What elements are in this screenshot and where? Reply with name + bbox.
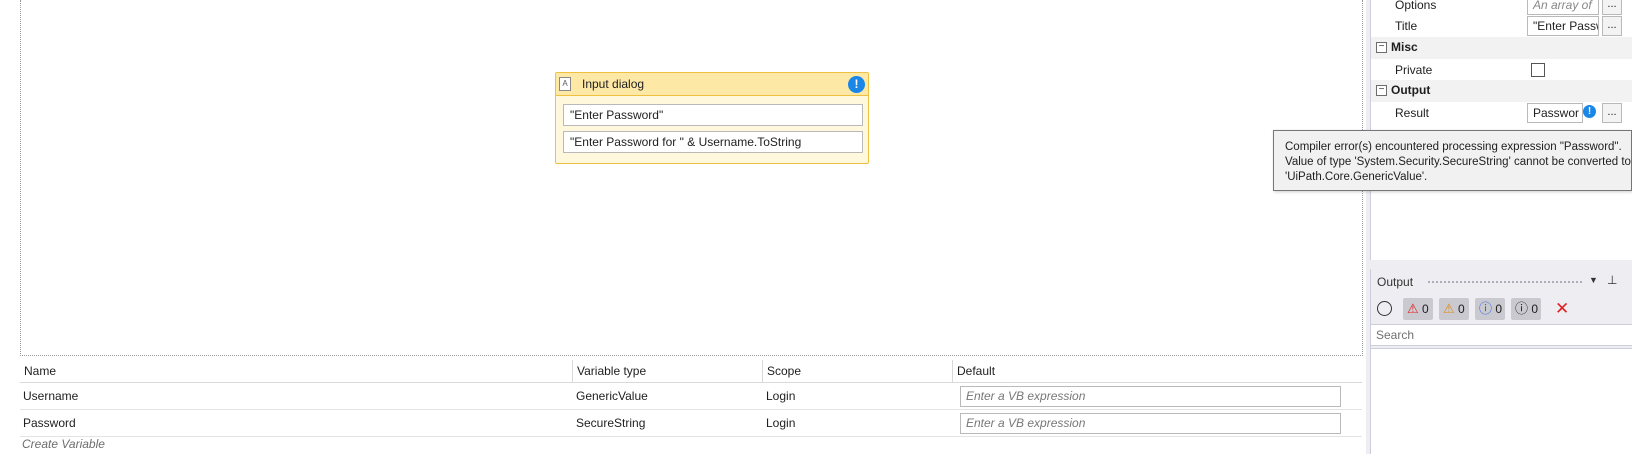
error-icon: ⚠ [1407,301,1419,316]
info-count: 0 [1495,302,1503,316]
collapse-icon[interactable]: − [1376,85,1387,96]
options-input[interactable]: An array of [1527,0,1599,15]
column-header-variable-type[interactable]: Variable type [573,360,763,383]
clock-icon[interactable] [1377,301,1392,316]
errors-count: 0 [1422,302,1429,316]
property-row-private[interactable]: Private [1371,59,1632,81]
trace-count: 0 [1531,302,1539,316]
category-output[interactable]: − Output [1371,80,1632,102]
variable-name[interactable]: Password [20,410,76,437]
output-toolbar: ⚠ 0 ⚠ 0 ⓘ 0 ⓘ 0 ✕ [1371,295,1632,323]
property-label: Result [1395,106,1430,120]
options-ellipsis-button[interactable]: ... [1602,0,1622,15]
clear-icon[interactable]: ✕ [1555,298,1569,320]
property-row-options[interactable]: Options An array of ... [1371,0,1632,16]
tooltip-line: 'UiPath.Core.GenericValue'. [1285,171,1428,183]
variable-type[interactable]: SecureString [573,410,645,437]
input-dialog-activity[interactable]: A Input dialog ! "Enter Password" "Enter… [555,72,869,164]
pin-icon[interactable]: ⊥ [1607,273,1617,287]
output-log-area[interactable] [1371,348,1632,454]
result-ellipsis-button[interactable]: ... [1602,103,1622,123]
activity-title: Input dialog [582,77,645,91]
variable-default-input[interactable]: Enter a VB expression [960,386,1341,407]
activity-header[interactable]: A Input dialog ! [556,73,868,96]
info-icon: ⓘ [1479,301,1493,316]
category-misc[interactable]: − Misc [1371,37,1632,59]
title-input[interactable]: "Enter Passw [1527,16,1599,36]
property-label: Options [1395,0,1437,12]
variable-row[interactable]: Username GenericValue Login Enter a VB e… [20,383,1362,410]
chevron-down-icon[interactable]: ▼ [1589,275,1598,285]
category-label: Misc [1391,40,1418,54]
info-warning-icon[interactable]: ! [848,76,865,93]
variable-scope[interactable]: Login [763,410,795,437]
tooltip-line: Value of type 'System.Security.SecureStr… [1285,156,1631,168]
dialog-label-field[interactable]: "Enter Password for " & Username.ToStrin… [563,131,863,153]
variable-default-input[interactable]: Enter a VB expression [960,413,1341,434]
column-header-scope[interactable]: Scope [763,360,953,383]
result-input[interactable]: Passwor [1527,103,1583,123]
info-warning-icon[interactable]: ! [1583,105,1596,118]
trace-filter-button[interactable]: ⓘ 0 [1511,298,1541,320]
output-search-input[interactable]: Search [1371,324,1632,346]
category-label: Output [1391,83,1431,97]
create-variable-link[interactable]: Create Variable [22,437,105,451]
property-row-result[interactable]: Result Passwor ! ... [1371,102,1632,124]
title-ellipsis-button[interactable]: ... [1602,16,1622,36]
trace-icon: ⓘ [1515,301,1529,316]
dialog-title-field[interactable]: "Enter Password" [563,104,863,126]
panel-drag-grip[interactable] [1427,280,1583,285]
text-document-icon: A [559,77,571,91]
info-filter-button[interactable]: ⓘ 0 [1475,298,1505,320]
column-header-name[interactable]: Name [20,360,573,383]
property-label: Title [1395,19,1418,33]
variable-scope[interactable]: Login [763,383,795,410]
private-checkbox[interactable] [1531,63,1545,77]
column-header-default[interactable]: Default [953,360,1362,383]
warning-icon: ⚠ [1443,301,1455,316]
output-panel-title: Output [1377,275,1414,289]
right-dock: Options An array of ... Title "Enter Pas… [1366,0,1632,454]
variable-name[interactable]: Username [20,383,78,410]
property-row-title[interactable]: Title "Enter Passw ... [1371,15,1632,37]
tooltip-line: Compiler error(s) encountered processing… [1285,141,1622,153]
variables-header-row: Name Variable type Scope Default [20,360,1362,383]
property-label: Private [1395,63,1433,77]
errors-filter-button[interactable]: ⚠ 0 [1403,298,1433,320]
warnings-filter-button[interactable]: ⚠ 0 [1439,298,1469,320]
variable-type[interactable]: GenericValue [573,383,648,410]
workflow-designer-canvas[interactable]: A Input dialog ! "Enter Password" "Enter… [20,0,1363,356]
warnings-count: 0 [1458,302,1465,316]
output-panel: Output ▼ ⊥ ⚠ 0 ⚠ 0 ⓘ 0 ⓘ 0 ✕ Search [1370,269,1632,454]
variables-panel: Name Variable type Scope Default Usernam… [20,360,1363,454]
compiler-error-tooltip: Compiler error(s) encountered processing… [1273,130,1632,191]
collapse-icon[interactable]: − [1376,42,1387,53]
variable-row[interactable]: Password SecureString Login Enter a VB e… [20,410,1362,437]
